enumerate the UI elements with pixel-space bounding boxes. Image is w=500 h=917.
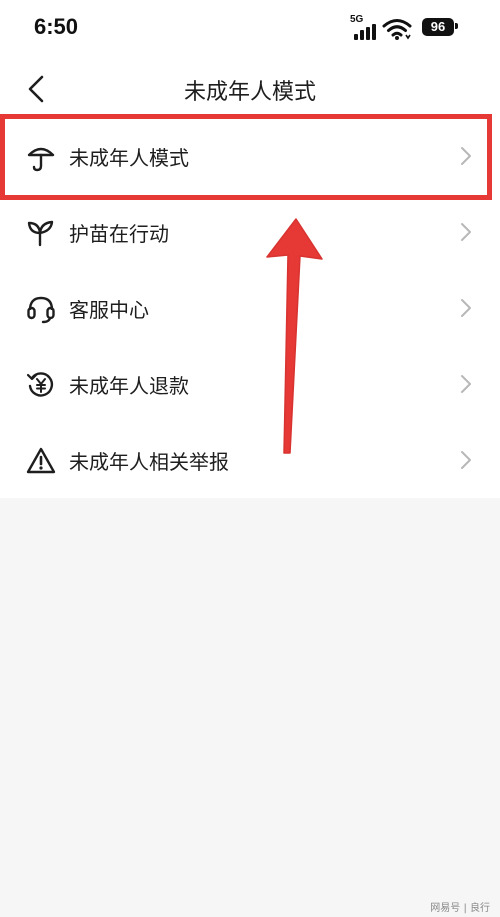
wifi-icon <box>382 19 412 40</box>
menu-item-label: 客服中心 <box>69 298 149 322</box>
status-bar: 6:50 5G 96 <box>0 0 500 60</box>
chevron-right-icon <box>461 147 471 165</box>
menu-list: 未成年人模式 护苗在行动 客服中心 未成年人退款 未成年人相关举报 <box>0 118 500 498</box>
menu-item-minor-refund[interactable]: 未成年人退款 <box>0 346 500 422</box>
battery-tip <box>455 23 458 29</box>
chevron-right-icon <box>461 299 471 317</box>
umbrella-icon <box>27 147 55 172</box>
page-title: 未成年人模式 <box>183 80 316 105</box>
status-time: 6:50 <box>34 14 79 39</box>
menu-item-label: 未成年人退款 <box>69 374 189 398</box>
menu-item-minor-report[interactable]: 未成年人相关举报 <box>0 422 500 498</box>
menu-item-label: 未成年人模式 <box>69 146 189 170</box>
headset-icon <box>27 296 55 324</box>
menu-item-label: 护苗在行动 <box>69 222 169 246</box>
warning-icon <box>26 447 56 474</box>
chevron-right-icon <box>461 451 471 469</box>
sprout-icon <box>27 220 54 247</box>
menu-item-protect-seedlings[interactable]: 护苗在行动 <box>0 194 500 270</box>
chevron-right-icon <box>461 375 471 393</box>
menu-item-customer-service[interactable]: 客服中心 <box>0 270 500 346</box>
menu-item-label: 未成年人相关举报 <box>69 450 229 474</box>
refund-icon <box>26 372 54 397</box>
battery-icon: 96 <box>422 18 454 36</box>
menu-item-minor-mode[interactable]: 未成年人模式 <box>0 118 500 194</box>
nav-bar: 未成年人模式 <box>0 60 500 118</box>
chevron-right-icon <box>461 223 471 241</box>
signal-icon <box>354 24 376 40</box>
watermark: 网易号 | 良行 <box>430 903 490 914</box>
